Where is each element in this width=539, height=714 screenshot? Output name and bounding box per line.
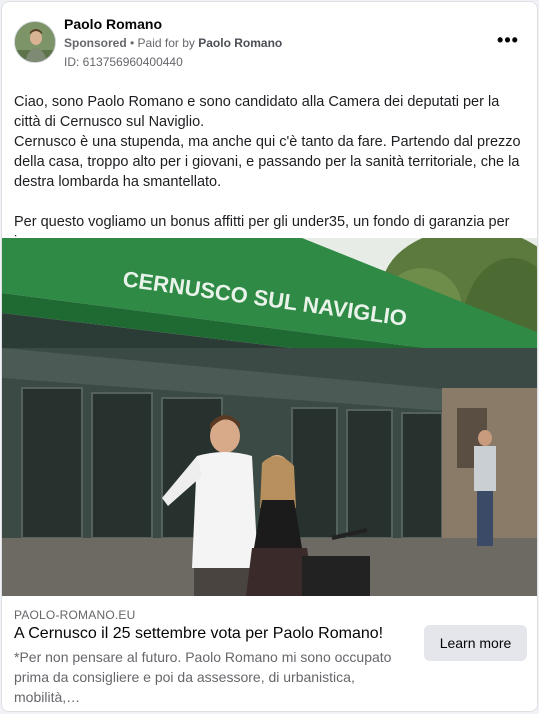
post-header: Paolo Romano Sponsored • Paid for by Pao…: [2, 2, 537, 80]
link-headline[interactable]: A Cernusco il 25 settembre vota per Paol…: [14, 625, 383, 643]
ad-image[interactable]: CERNUSCO SUL NAVIGLIO: [2, 238, 537, 596]
sponsored-label: Sponsored: [64, 36, 127, 50]
more-options-button[interactable]: •••: [492, 28, 524, 56]
link-description: *Per non pensare al futuro. Paolo Romano…: [14, 649, 392, 705]
avatar-photo: [15, 22, 55, 62]
paid-for-name[interactable]: Paolo Romano: [198, 36, 282, 50]
post-text-paragraph-2: Cernusco è una stupenda, ma anche qui c'…: [14, 134, 521, 190]
post-text-paragraph-1: Ciao, sono Paolo Romano e sono candidato…: [14, 94, 500, 130]
link-domain: PAOLO-ROMANO.EU: [14, 608, 136, 622]
sponsored-line: Sponsored • Paid for by Paolo Romano: [64, 36, 282, 50]
learn-more-button[interactable]: Learn more: [424, 625, 527, 661]
avatar[interactable]: [14, 21, 56, 63]
paid-for-prefix: Paid for by: [137, 36, 199, 50]
separator: •: [126, 36, 138, 50]
ad-id: ID: 613756960400440: [64, 55, 183, 69]
link-preview[interactable]: PAOLO-ROMANO.EU A Cernusco il 25 settemb…: [2, 596, 537, 711]
post-text: Ciao, sono Paolo Romano e sono candidato…: [14, 92, 529, 252]
station-photo: CERNUSCO SUL NAVIGLIO: [2, 238, 537, 596]
ad-card: Paolo Romano Sponsored • Paid for by Pao…: [1, 1, 538, 712]
author-name[interactable]: Paolo Romano: [64, 16, 162, 32]
